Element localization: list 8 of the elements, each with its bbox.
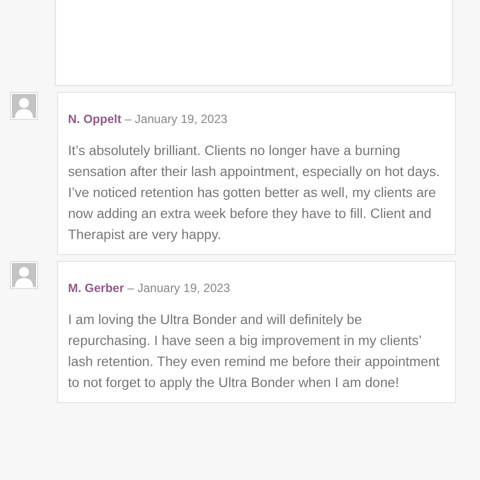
- avatar-icon: [10, 261, 38, 289]
- comment-text: It’s absolutely brilliant. Clients no longer have a burning sensation after their lash appointment, especially on hot days. I’ve noticed retention has gotten better as well, my clients are now adding an extra week before they have to fill. Client and Therapist are very happy.: [68, 142, 441, 244]
- comment-date: – January 19, 2023: [127, 281, 230, 295]
- avatar-icon: [10, 92, 38, 120]
- author-name: M. Gerber: [68, 281, 124, 295]
- comment-text: I am loving the Ultra Bonder and will definitely be repurchasing. I have seen a big improvement in my clients’ lash retention. They even remind me before their appointment to not forget to apply the Ultra Bonder when I am done!: [68, 311, 441, 392]
- comment-date: – January 19, 2023: [124, 112, 228, 126]
- author-name: N. Oppelt: [68, 112, 122, 126]
